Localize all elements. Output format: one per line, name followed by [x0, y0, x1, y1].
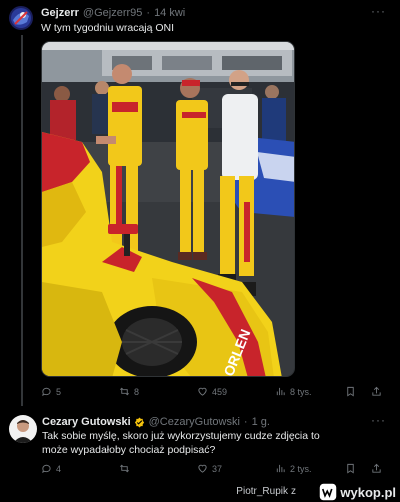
tweet-header: Gejzerr @Gejzerr95 · 14 kwi: [41, 7, 185, 19]
timestamp[interactable]: 1 g.: [252, 416, 270, 428]
heart-icon: [198, 387, 207, 396]
bookmark-button[interactable]: [345, 386, 360, 397]
bookmark-button[interactable]: [345, 463, 360, 474]
verified-badge-icon: [134, 416, 144, 428]
separator-dot: ·: [146, 7, 151, 19]
like-button[interactable]: 37: [197, 463, 222, 474]
separator-dot: ·: [243, 416, 248, 428]
tweet-photo[interactable]: ORLEN: [41, 41, 295, 377]
wykop-logo[interactable]: wykop.pl: [319, 483, 396, 501]
tweet-actions: 5 8 459 8 tys.: [41, 386, 391, 400]
wykop-logo-icon: [320, 483, 337, 501]
reply-icon: [42, 387, 51, 397]
footer-z: z: [291, 486, 296, 497]
views-count: 8 tys.: [290, 386, 312, 397]
retweet-count: 8: [134, 386, 140, 397]
reply-count: 5: [56, 386, 62, 397]
share-button[interactable]: [371, 463, 386, 474]
tweet-text: W tym tygodniu wracają ONI: [41, 22, 175, 34]
share-icon: [372, 463, 381, 473]
footer-username[interactable]: Piotr_Rupik: [236, 486, 288, 497]
views-bar-chart-icon: [276, 387, 285, 396]
share-button[interactable]: [371, 386, 386, 397]
heart-icon: [198, 464, 207, 473]
user-avatar[interactable]: [9, 415, 37, 443]
tweet-original[interactable]: Gejzerr @Gejzerr95 · 14 kwi ··· W tym ty…: [0, 0, 400, 412]
views-button[interactable]: 8 tys.: [275, 386, 312, 397]
timestamp[interactable]: 14 kwi: [154, 7, 185, 19]
user-avatar[interactable]: [9, 6, 33, 30]
bookmark-icon: [347, 386, 354, 397]
like-count: 459: [212, 386, 228, 397]
thread-line: [21, 35, 23, 412]
wykop-footer: Piotr_Rupik z wykop.pl: [0, 482, 400, 502]
reply-button[interactable]: 5: [41, 386, 61, 397]
reply-icon: [42, 464, 51, 474]
tweet-reply[interactable]: Cezary Gutowski @CezaryGutowski · 1 g. ·…: [0, 406, 400, 482]
tweet-text: Tak sobie myślę, skoro już wykorzystujem…: [42, 430, 320, 456]
reply-button[interactable]: 4: [41, 463, 61, 474]
retweet-button[interactable]: 8: [119, 386, 139, 397]
display-name[interactable]: Gejzerr: [41, 7, 79, 19]
tweet-header: Cezary Gutowski @CezaryGutowski · 1 g.: [42, 416, 270, 428]
views-button[interactable]: 2 tys.: [275, 463, 312, 474]
display-name[interactable]: Cezary Gutowski: [42, 416, 131, 428]
like-button[interactable]: 459: [197, 386, 227, 397]
views-count: 2 tys.: [290, 463, 312, 474]
wykop-site-name: wykop.pl: [340, 484, 396, 500]
retweet-button[interactable]: [119, 463, 134, 474]
reply-count: 4: [56, 463, 62, 474]
tweet-actions: 4 37 2 tys.: [41, 463, 391, 477]
share-icon: [372, 386, 381, 396]
bookmark-icon: [347, 463, 354, 474]
retweet-icon: [120, 464, 129, 473]
more-options-icon[interactable]: ···: [371, 4, 386, 18]
racing-photo-icon: ORLEN: [42, 42, 294, 376]
retweet-icon: [120, 387, 129, 396]
like-count: 37: [212, 463, 223, 474]
more-options-icon[interactable]: ···: [371, 413, 386, 427]
user-handle[interactable]: @CezaryGutowski: [149, 416, 240, 428]
user-handle[interactable]: @Gejzerr95: [83, 7, 142, 19]
views-bar-chart-icon: [276, 464, 285, 473]
